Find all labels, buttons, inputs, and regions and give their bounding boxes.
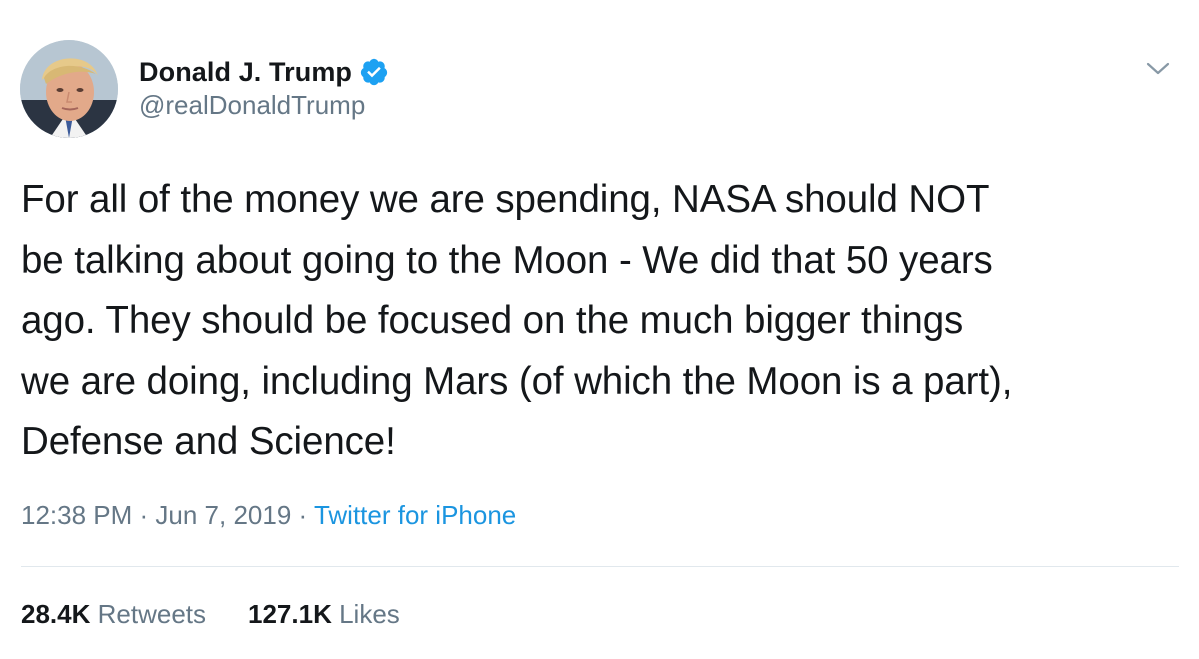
divider: [21, 566, 1179, 567]
retweets-count: 28.4K: [21, 599, 91, 629]
tweet-stats: 28.4K Retweets 127.1K Likes: [21, 599, 442, 630]
retweets-stat[interactable]: 28.4K Retweets: [21, 599, 206, 630]
name-row: Donald J. Trump: [139, 54, 389, 90]
tweet-card: Donald J. Trump @realDonaldTrump For all…: [0, 0, 1199, 659]
likes-count: 127.1K: [248, 599, 332, 629]
tweet-text-line: be talking about going to the Moon - We …: [21, 238, 993, 282]
tweet-meta: 12:38 PM · Jun 7, 2019 · Twitter for iPh…: [21, 500, 516, 531]
meta-separator: ·: [132, 500, 156, 530]
avatar[interactable]: [20, 40, 118, 138]
likes-stat[interactable]: 127.1K Likes: [248, 599, 400, 630]
meta-separator: ·: [291, 500, 314, 530]
chevron-down-icon[interactable]: [1145, 60, 1171, 78]
retweets-label: Retweets: [97, 599, 207, 629]
author-block: Donald J. Trump @realDonaldTrump: [139, 54, 389, 121]
tweet-text-line: Defense and Science!: [21, 420, 396, 463]
verified-badge-icon: [359, 57, 389, 87]
tweet-text-line: we are doing, including Mars (of which t…: [21, 359, 1013, 403]
tweet-time[interactable]: 12:38 PM: [21, 500, 132, 530]
avatar-photo: [20, 40, 118, 138]
tweet-date[interactable]: Jun 7, 2019: [155, 500, 291, 530]
tweet-text-line: ago. They should be focused on the much …: [21, 299, 964, 342]
tweet-text: For all of the money we are spending, NA…: [21, 170, 1181, 473]
tweet-text-line: For all of the money we are spending, NA…: [21, 178, 990, 221]
user-handle[interactable]: @realDonaldTrump: [139, 90, 389, 121]
likes-label: Likes: [339, 599, 400, 629]
display-name[interactable]: Donald J. Trump: [139, 57, 352, 88]
tweet-source-link[interactable]: Twitter for iPhone: [314, 500, 516, 530]
